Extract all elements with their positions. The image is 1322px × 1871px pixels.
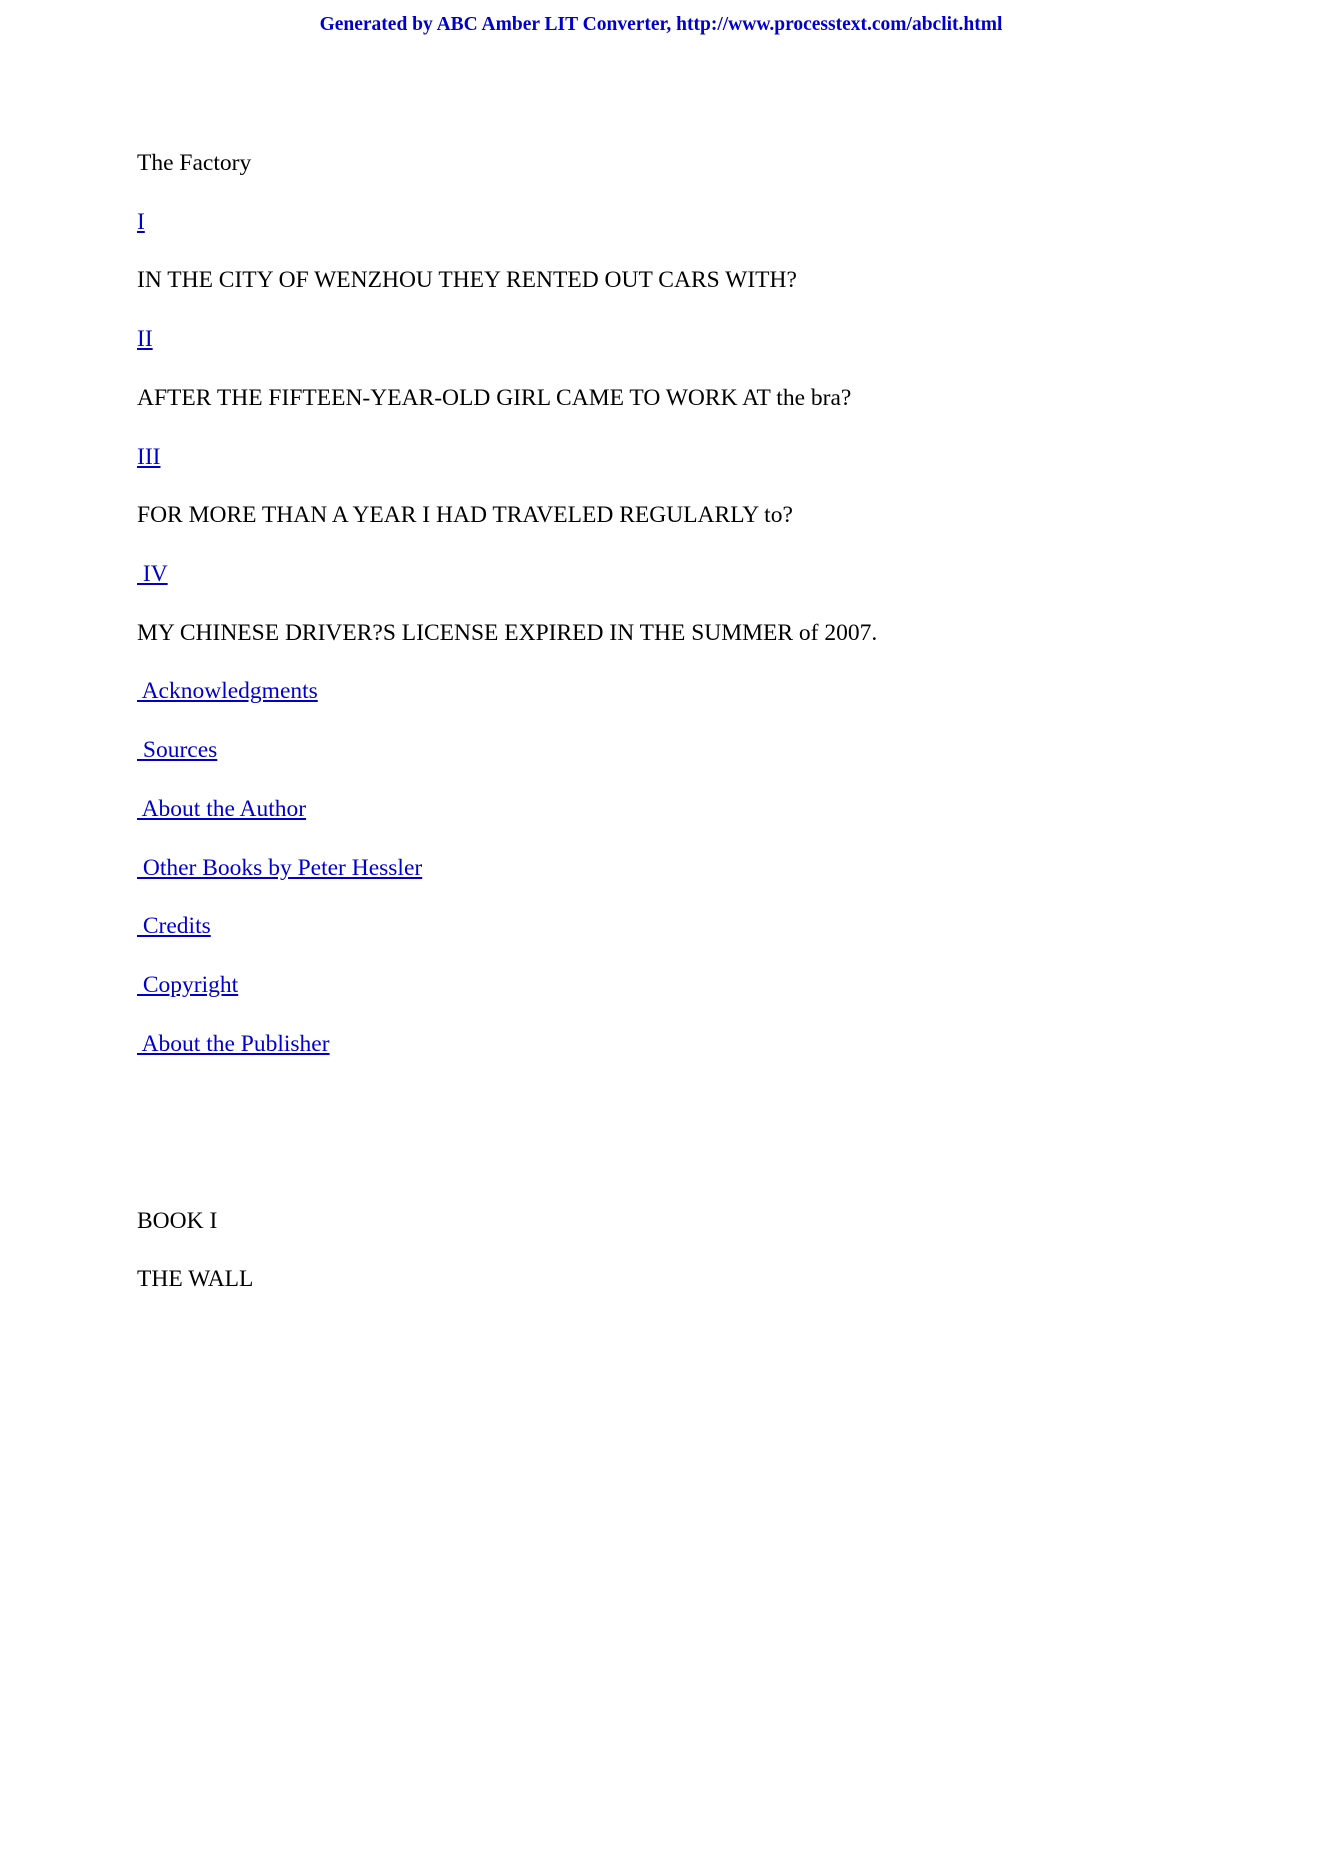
page-title: The Factory <box>137 150 252 176</box>
backmatter-credits: Credits <box>137 913 1207 941</box>
toc-summary-text-2: AFTER THE FIFTEEN-YEAR-OLD GIRL CAME TO … <box>137 384 852 411</box>
toc-summary-text-3: FOR MORE THAN A YEAR I HAD TRAVELED REGU… <box>137 502 793 529</box>
toc-link-chapter-1[interactable]: I <box>137 209 145 235</box>
link-about-the-publisher[interactable]: About the Publisher <box>137 1031 330 1057</box>
backmatter-about-the-publisher: About the Publisher <box>137 1031 1207 1059</box>
toc-entry-1: I <box>137 209 1207 237</box>
link-credits[interactable]: Credits <box>137 913 211 939</box>
link-acknowledgments[interactable]: Acknowledgments <box>137 678 318 704</box>
toc-entry-2: II <box>137 326 1207 354</box>
book-heading: BOOK I <box>137 1207 218 1234</box>
link-about-the-author[interactable]: About the Author <box>137 796 307 822</box>
link-sources[interactable]: Sources <box>137 737 217 763</box>
toc-summary-2: AFTER THE FIFTEEN-YEAR-OLD GIRL CAME TO … <box>137 385 1207 413</box>
toc-entry-3: III <box>137 444 1207 472</box>
book-subheading-block: THE WALL <box>137 1266 1207 1294</box>
backmatter-sources: Sources <box>137 737 1207 765</box>
toc-summary-text-1: IN THE CITY OF WENZHOU THEY RENTED OUT C… <box>137 267 797 294</box>
book-heading-block: BOOK I <box>137 1208 1207 1236</box>
backmatter-copyright: Copyright <box>137 972 1207 1000</box>
toc-summary-text-4: MY CHINESE DRIVER?S LICENSE EXPIRED IN T… <box>137 619 878 646</box>
backmatter-other-books: Other Books by Peter Hessler <box>137 855 1207 883</box>
section-title-block: The Factory <box>137 150 1207 178</box>
book-subheading: THE WALL <box>137 1266 254 1293</box>
document-body: The Factory I IN THE CITY OF WENZHOU THE… <box>137 150 1207 1294</box>
link-other-books-by-peter-hessler[interactable]: Other Books by Peter Hessler <box>137 855 422 881</box>
toc-summary-4: MY CHINESE DRIVER?S LICENSE EXPIRED IN T… <box>137 620 1207 648</box>
toc-entry-4: IV <box>137 561 1207 589</box>
toc-summary-3: FOR MORE THAN A YEAR I HAD TRAVELED REGU… <box>137 502 1207 530</box>
link-copyright[interactable]: Copyright <box>137 972 238 998</box>
toc-summary-1: IN THE CITY OF WENZHOU THEY RENTED OUT C… <box>137 267 1207 295</box>
backmatter-acknowledgments: Acknowledgments <box>137 678 1207 706</box>
converter-banner: Generated by ABC Amber LIT Converter, ht… <box>319 14 1003 35</box>
document-page: Generated by ABC Amber LIT Converter, ht… <box>0 0 1322 1871</box>
toc-link-chapter-3[interactable]: III <box>137 444 160 470</box>
backmatter-about-the-author: About the Author <box>137 796 1207 824</box>
toc-link-chapter-2[interactable]: II <box>137 326 153 352</box>
toc-link-chapter-4[interactable]: IV <box>137 561 168 587</box>
